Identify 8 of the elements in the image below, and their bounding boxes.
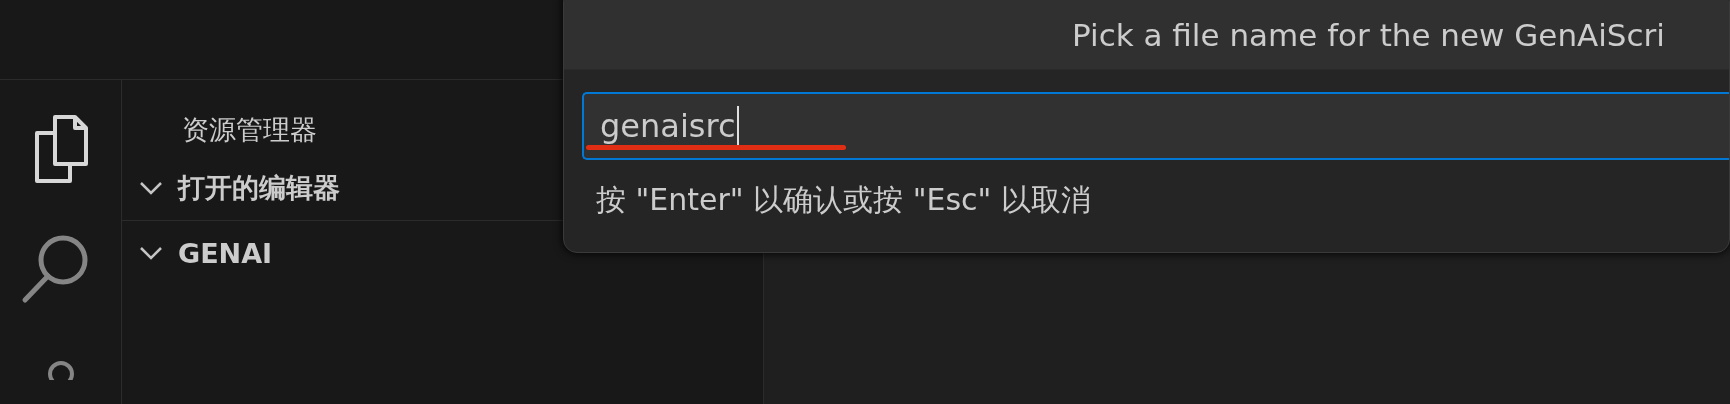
explorer-icon[interactable]: [32, 114, 89, 184]
account-icon[interactable]: [45, 360, 76, 380]
text-cursor: [736, 106, 739, 146]
dialog-title: Pick a file name for the new GenAiScri: [564, 0, 1729, 70]
sidebar-title: 资源管理器: [182, 113, 317, 147]
input-field[interactable]: genaisrc: [582, 92, 1729, 160]
section-header[interactable]: 打开的编辑器: [122, 156, 348, 220]
hint-text: 按 "Enter" 以确认或按 "Esc" 以取消: [596, 181, 1091, 219]
